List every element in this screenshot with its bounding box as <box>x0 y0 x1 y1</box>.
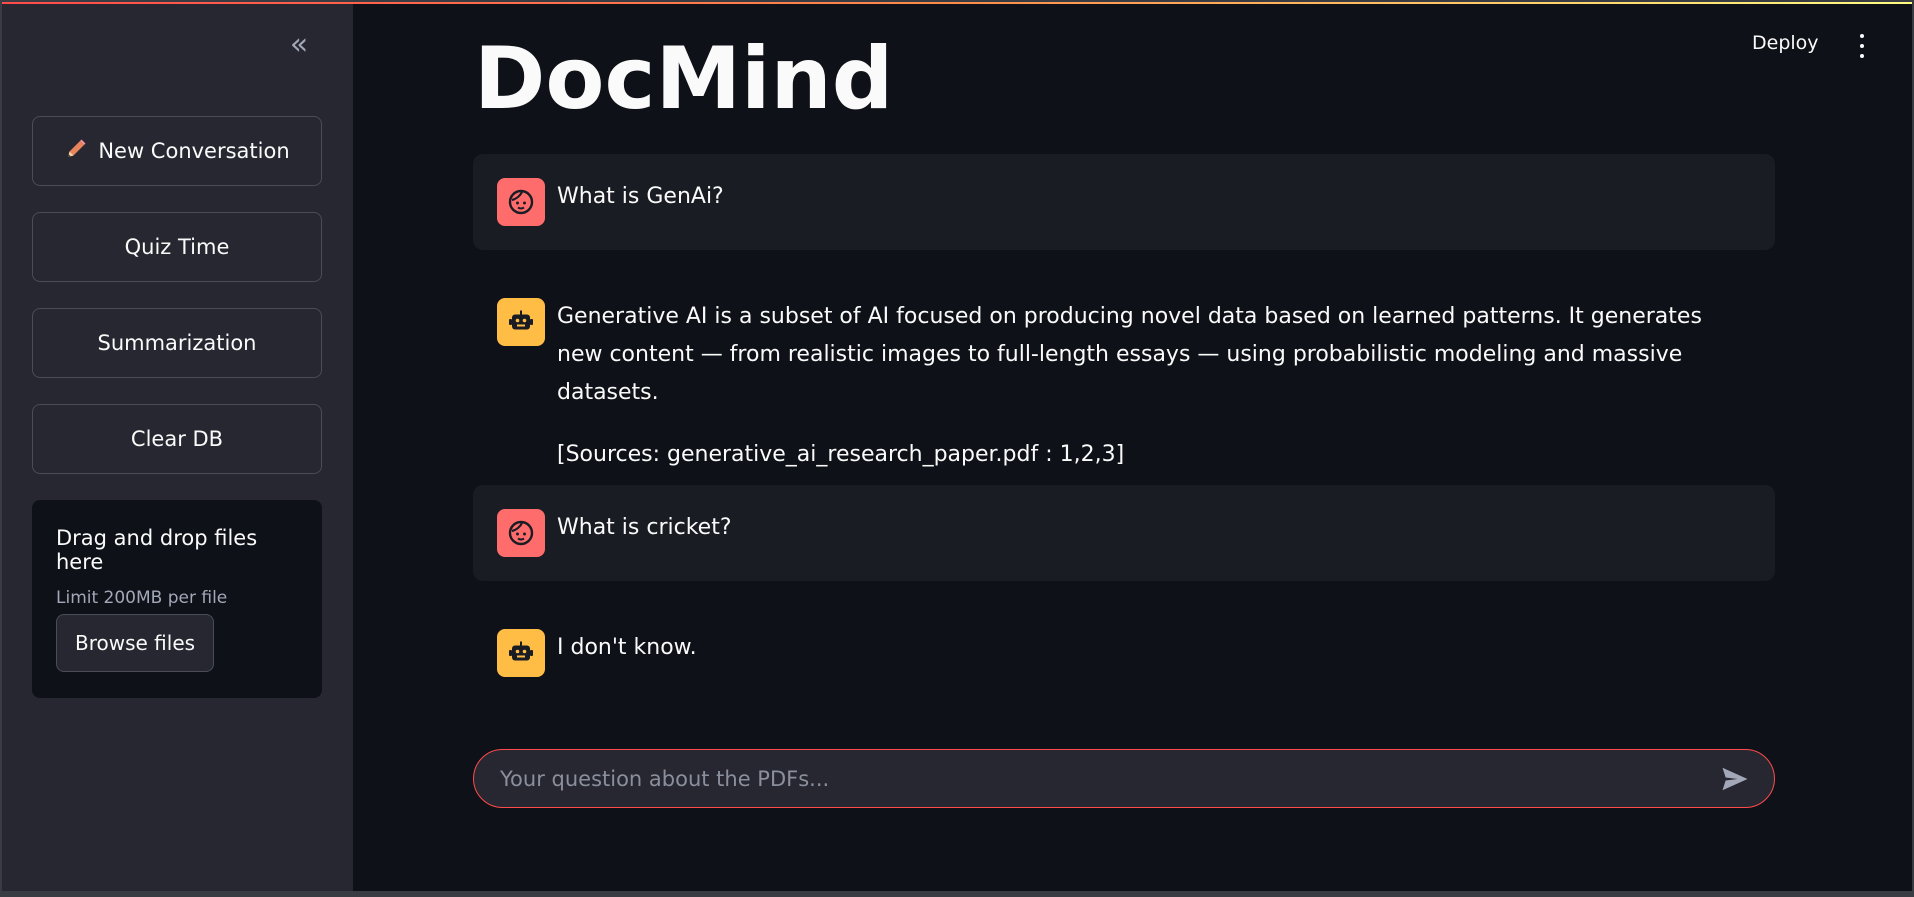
chat-message-assistant: I don't know. <box>473 605 1775 701</box>
user-face-icon <box>497 509 545 557</box>
page-title-text: DocMind <box>474 29 894 120</box>
message-paragraph: What is GenAi? <box>557 184 724 209</box>
user-face-icon <box>497 178 545 226</box>
send-icon[interactable] <box>1720 764 1750 794</box>
summarization-label: Summarization <box>97 331 257 355</box>
message-content: Generative AI is a subset of AI focused … <box>557 298 1751 474</box>
message-sources: [Sources: generative_ai_research_paper.p… <box>557 442 1125 467</box>
message-content: I don't know. <box>557 629 697 667</box>
chat-input-container <box>473 749 1775 808</box>
message-content: What is GenAi? <box>557 178 724 216</box>
dropzone-title: Drag and drop files here <box>56 526 258 574</box>
chat-input[interactable] <box>498 765 1720 792</box>
new-conversation-label: New Conversation <box>98 139 290 163</box>
summarization-button[interactable]: Summarization <box>32 308 322 378</box>
clear-db-button[interactable]: Clear DB <box>32 404 322 474</box>
message-paragraph: What is cricket? <box>557 515 732 540</box>
dropzone-limit: Limit 200MB per file <box>56 588 228 608</box>
file-dropzone[interactable]: Drag and drop files here Limit 200MB per… <box>32 500 322 698</box>
chat-message-user: What is GenAi? <box>473 154 1775 250</box>
more-options-icon[interactable] <box>1850 34 1874 58</box>
chat-message-assistant: Generative AI is a subset of AI focused … <box>473 274 1775 467</box>
chat-message-user: What is cricket? <box>473 485 1775 581</box>
message-content: What is cricket? <box>557 509 732 547</box>
sidebar: « New Conversation Quiz Time Summarizati… <box>0 0 353 897</box>
clear-db-label: Clear DB <box>130 427 224 451</box>
message-paragraph: Generative AI is a subset of AI focused … <box>557 304 1702 405</box>
pencil-icon <box>64 137 88 166</box>
robot-icon <box>497 298 545 346</box>
browse-files-button[interactable]: Browse files <box>56 614 215 672</box>
quiz-time-button[interactable]: Quiz Time <box>32 212 322 282</box>
collapse-sidebar-icon[interactable]: « <box>284 30 314 62</box>
page-title: DocMind <box>474 20 1274 120</box>
new-conversation-button[interactable]: New Conversation <box>32 116 322 186</box>
top-decoration-bar <box>0 0 1914 4</box>
message-paragraph: I don't know. <box>557 635 697 660</box>
deploy-button[interactable]: Deploy <box>1752 32 1819 54</box>
quiz-time-label: Quiz Time <box>124 235 230 259</box>
robot-icon <box>497 629 545 677</box>
